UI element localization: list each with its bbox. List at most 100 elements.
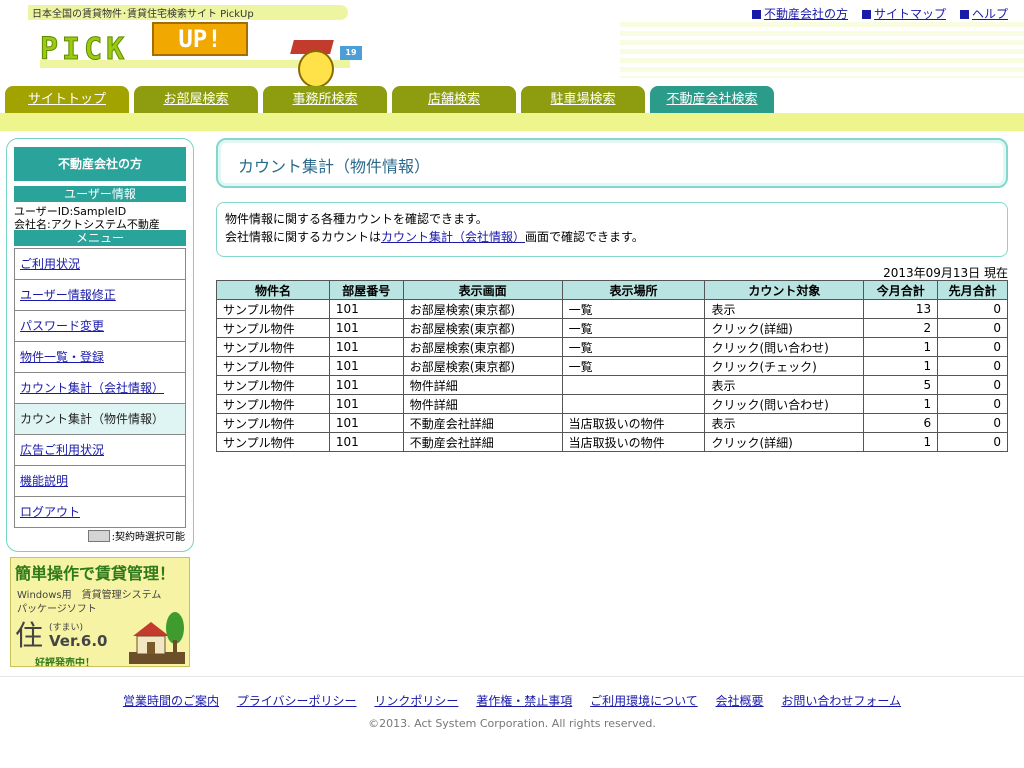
table-cell: サンプル物件 bbox=[216, 356, 330, 376]
col-property-name: 物件名 bbox=[216, 280, 330, 300]
site-logo[interactable]: PICK UP! 19 bbox=[39, 22, 362, 88]
copyright-text: ©2013. Act System Corporation. All right… bbox=[368, 717, 656, 730]
header-decoration bbox=[620, 22, 1024, 78]
table-cell: 0 bbox=[937, 356, 1008, 376]
table-cell: 一覧 bbox=[561, 337, 706, 357]
site-tagline: 日本全国の賃貸物件･賃貸住宅検索サイト PickUp bbox=[32, 9, 254, 20]
menu-heading: メニュー bbox=[14, 230, 186, 246]
tab-parking-search[interactable]: 駐車場検索 bbox=[521, 86, 645, 113]
sidebar-link-property-list[interactable]: 物件一覧・登録 bbox=[20, 350, 104, 364]
table-cell: クリック(詳細) bbox=[704, 318, 865, 338]
sidebar-link-ad-usage[interactable]: 広告ご利用状況 bbox=[20, 443, 104, 457]
footer-link-privacy[interactable]: プライバシーポリシー bbox=[237, 694, 357, 708]
table-cell: 101 bbox=[328, 318, 404, 338]
legend-text: :契約時選択可能 bbox=[111, 532, 185, 543]
software-ad-banner[interactable]: 簡単操作で賃貸管理！ Windows用 賃貸管理システム パッケージソフト 住 … bbox=[10, 557, 190, 667]
footer-link-copyright[interactable]: 著作権・禁止事項 bbox=[476, 694, 572, 708]
table-row: サンプル物件 101 物件詳細 表示 5 0 bbox=[216, 375, 1008, 395]
col-display-location: 表示場所 bbox=[561, 280, 706, 300]
footer-link-hours[interactable]: 営業時間のご案内 bbox=[123, 694, 219, 708]
sidebar-legend: :契約時選択可能 bbox=[87, 528, 185, 543]
banner-line1: Windows用 賃貸管理システム bbox=[17, 590, 162, 601]
table-cell: 0 bbox=[937, 299, 1008, 319]
footer-links: 営業時間のご案内 プライバシーポリシー リンクポリシー 著作権・禁止事項 ご利用… bbox=[0, 692, 1024, 709]
count-table: 物件名 部屋番号 表示画面 表示場所 カウント対象 今月合計 先月合計 サンプル… bbox=[216, 280, 1008, 452]
table-cell: 101 bbox=[328, 299, 404, 319]
table-cell: 1 bbox=[863, 337, 939, 357]
footer-link-link-policy[interactable]: リンクポリシー bbox=[374, 694, 458, 708]
table-row: サンプル物件 101 お部屋検索(東京都) 一覧 クリック(チェック) 1 0 bbox=[216, 356, 1008, 376]
tab-site-top[interactable]: サイトトップ bbox=[5, 86, 129, 113]
house-icon bbox=[129, 612, 185, 664]
sidebar-link-company-count[interactable]: カウント集計（会社情報） bbox=[20, 381, 164, 395]
tab-office-search[interactable]: 事務所検索 bbox=[263, 86, 387, 113]
table-body: サンプル物件 101 お部屋検索(東京都) 一覧 表示 13 0 サンプル物件 101 お部屋検索… bbox=[216, 299, 1008, 452]
table-cell: 1 bbox=[863, 356, 939, 376]
sidebar-link-password[interactable]: パスワード変更 bbox=[20, 319, 104, 333]
table-row: サンプル物件 101 お部屋検索(東京都) 一覧 クリック(詳細) 2 0 bbox=[216, 318, 1008, 338]
table-cell: 0 bbox=[937, 413, 1008, 433]
col-last-month: 先月合計 bbox=[937, 280, 1008, 300]
footer-link-company[interactable]: 会社概要 bbox=[716, 694, 764, 708]
footer-link-environment[interactable]: ご利用環境について bbox=[590, 694, 698, 708]
table-cell bbox=[561, 375, 706, 395]
table-cell: 当店取扱いの物件 bbox=[561, 413, 706, 433]
banner-sale: 好評発売中！ bbox=[35, 658, 95, 667]
description-box: 物件情報に関する各種カウントを確認できます。 会社情報に関するカウントはカウント… bbox=[216, 202, 1008, 257]
mascot-chick-icon bbox=[298, 50, 334, 88]
top-link-realestate[interactable]: 不動産会社の方 bbox=[751, 5, 848, 22]
sidebar-link-usage[interactable]: ご利用状況 bbox=[20, 257, 80, 271]
table-cell: 0 bbox=[937, 318, 1008, 338]
table-cell: 1 bbox=[863, 394, 939, 414]
square-bullet-icon bbox=[861, 10, 871, 19]
table-cell: 101 bbox=[328, 394, 404, 414]
company-count-link[interactable]: カウント集計（会社情報） bbox=[381, 230, 525, 244]
table-row: サンプル物件 101 不動産会社詳細 当店取扱いの物件 表示 6 0 bbox=[216, 413, 1008, 433]
top-link-sitemap[interactable]: サイトマップ bbox=[861, 5, 946, 22]
table-cell: 0 bbox=[937, 337, 1008, 357]
table-cell: 2 bbox=[863, 318, 939, 338]
table-cell: 不動産会社詳細 bbox=[402, 432, 563, 452]
sidebar-item-user-edit: ユーザー情報修正 bbox=[15, 280, 185, 311]
tab-underline-bar bbox=[0, 113, 1024, 131]
table-header-row: 物件名 部屋番号 表示画面 表示場所 カウント対象 今月合計 先月合計 bbox=[216, 280, 1008, 300]
sidebar-item-password: パスワード変更 bbox=[15, 311, 185, 342]
table-cell: 表示 bbox=[704, 413, 865, 433]
user-info-heading: ユーザー情報 bbox=[14, 186, 186, 202]
table-cell: お部屋検索(東京都) bbox=[402, 337, 563, 357]
table-cell: 101 bbox=[328, 432, 404, 452]
sidebar-link-features[interactable]: 機能説明 bbox=[20, 474, 68, 488]
table-cell: 101 bbox=[328, 356, 404, 376]
description-post: 画面で確認できます。 bbox=[525, 230, 644, 244]
table-cell: 物件詳細 bbox=[402, 394, 563, 414]
sidebar-title: 不動産会社の方 bbox=[14, 147, 186, 181]
table-cell: 一覧 bbox=[561, 299, 706, 319]
main-nav-tabs: サイトトップ お部屋検索 事務所検索 店舗検索 駐車場検索 不動産会社検索 bbox=[5, 86, 774, 113]
logo-up-badge: UP! bbox=[152, 22, 248, 56]
tab-store-search[interactable]: 店舗検索 bbox=[392, 86, 516, 113]
sidebar-item-property-count: カウント集計（物件情報） bbox=[15, 404, 185, 435]
description-line1: 物件情報に関する各種カウントを確認できます。 bbox=[225, 212, 488, 226]
mascot-flag-badge: 19 bbox=[340, 46, 362, 60]
tab-realestate-search[interactable]: 不動産会社検索 bbox=[650, 86, 774, 113]
table-cell: 0 bbox=[937, 394, 1008, 414]
top-link-help[interactable]: ヘルプ bbox=[959, 5, 1008, 22]
square-bullet-icon bbox=[959, 10, 969, 19]
tab-room-search[interactable]: お部屋検索 bbox=[134, 86, 258, 113]
banner-line2: パッケージソフト bbox=[17, 604, 97, 615]
sidebar-item-features: 機能説明 bbox=[15, 466, 185, 497]
sidebar-link-logout[interactable]: ログアウト bbox=[20, 505, 80, 519]
top-link-label: ヘルプ bbox=[971, 7, 1008, 21]
table-cell: 表示 bbox=[704, 375, 865, 395]
table-row: サンプル物件 101 不動産会社詳細 当店取扱いの物件 クリック(詳細) 1 0 bbox=[216, 432, 1008, 452]
sidebar-link-user-edit[interactable]: ユーザー情報修正 bbox=[20, 288, 116, 302]
sidebar-item-logout: ログアウト bbox=[15, 497, 185, 528]
table-row: サンプル物件 101 お部屋検索(東京都) 一覧 クリック(問い合わせ) 1 0 bbox=[216, 337, 1008, 357]
table-cell: サンプル物件 bbox=[216, 432, 330, 452]
table-cell: サンプル物件 bbox=[216, 394, 330, 414]
sidebar-item-ad-usage: 広告ご利用状況 bbox=[15, 435, 185, 466]
col-count-target: カウント対象 bbox=[704, 280, 865, 300]
banner-headline: 簡単操作で賃貸管理！ bbox=[15, 564, 176, 583]
footer-link-contact[interactable]: お問い合わせフォーム bbox=[781, 694, 901, 708]
description-pre: 会社情報に関するカウントは bbox=[225, 230, 382, 244]
